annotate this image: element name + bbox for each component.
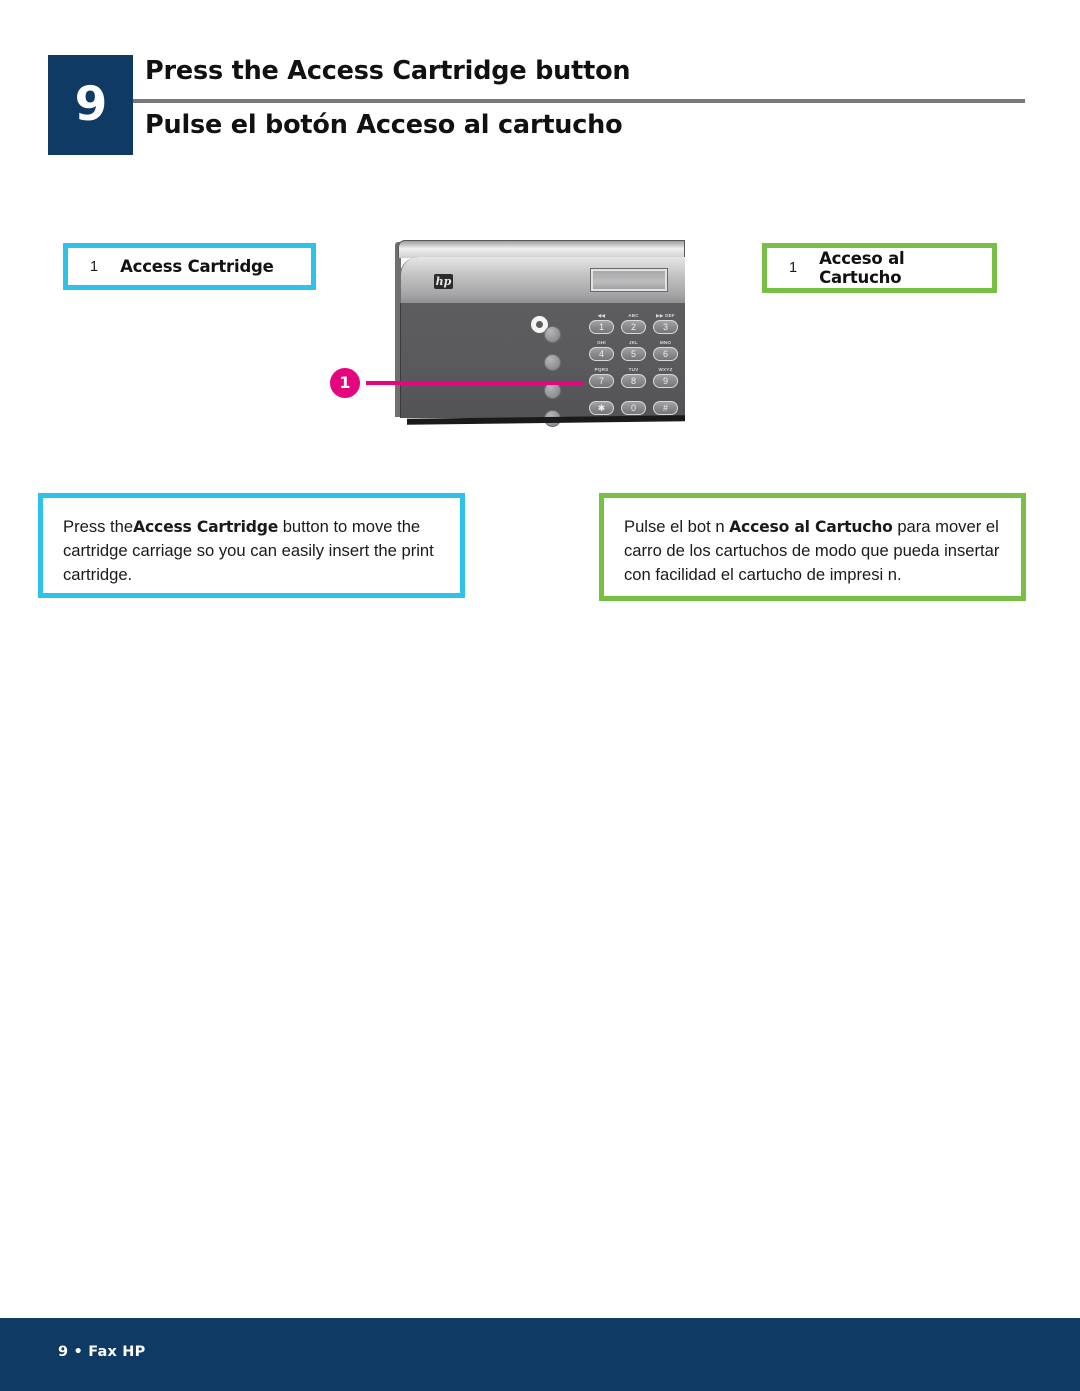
callout-marker-1: 1 [330,368,360,398]
page-footer: 9 • Fax HP [0,1318,1080,1391]
description-spanish-before: Pulse el bot n [624,517,730,536]
footer-page-label: 9 • Fax HP [58,1344,146,1360]
step-number-badge: 9 [48,55,133,155]
keypad-key-9[interactable]: WXYZ 9 [651,367,680,393]
description-english-bold: Access Cartridge [133,518,279,536]
title-divider [133,99,1025,103]
numeric-keypad: ◀◀ 1 ABC 2 ▶▶ DEF 3 GHI 4 JKL 5 MNO 6 PQRS 7 TUV 8 WXYZ 9… [587,313,679,418]
fn-button-2[interactable] [544,354,561,371]
keypad-key-#-digit[interactable]: # [653,401,678,415]
keypad-key-6-digit[interactable]: 6 [653,347,678,361]
fn-button-1[interactable] [544,326,561,343]
keypad-key-✱-digit[interactable]: ✱ [589,401,614,415]
keypad-key-7-letters: PQRS [594,367,609,372]
callout-text-spanish: Acceso al Cartucho [819,249,905,287]
fax-upper-face: hp [400,257,685,304]
keypad-key-8-digit[interactable]: 8 [621,374,646,388]
callout-leader-line [366,381,583,385]
keypad-key-2-digit[interactable]: 2 [621,320,646,334]
keypad-key-4-letters: GHI [597,340,606,345]
keypad-key-3[interactable]: ▶▶ DEF 3 [651,313,680,339]
keypad-key-6-letters: MNO [659,340,672,345]
keypad-key-5-letters: JKL [628,340,639,345]
keypad-key-8-letters: TUV [628,367,639,372]
keypad-key-1-digit[interactable]: 1 [589,320,614,334]
description-box-english: Press theAccess Cartridge button to move… [38,493,465,598]
keypad-key-4[interactable]: GHI 4 [587,340,616,366]
keypad-key-9-digit[interactable]: 9 [653,374,678,388]
step-number-value: 9 [74,77,108,132]
callout-number-spanish: 1 [789,260,798,276]
keypad-key-7-digit[interactable]: 7 [589,374,614,388]
keypad-key-4-digit[interactable]: 4 [589,347,614,361]
callout-label-spanish: 1 Acceso al Cartucho [762,243,997,293]
keypad-key-6[interactable]: MNO 6 [651,340,680,366]
page-title-spanish: Pulse el botón Acceso al cartucho [145,110,623,140]
fax-control-panel: ◀◀ 1 ABC 2 ▶▶ DEF 3 GHI 4 JKL 5 MNO 6 PQRS 7 TUV 8 WXYZ 9… [400,303,685,427]
description-text-spanish: Pulse el bot n Acceso al Cartucho para m… [624,515,1001,587]
keypad-key-7[interactable]: PQRS 7 [587,367,616,393]
callout-number-english: 1 [90,258,99,275]
description-box-spanish: Pulse el bot n Acceso al Cartucho para m… [599,493,1026,601]
description-spanish-bold: Acceso al Cartucho [729,518,893,536]
keypad-key-5-digit[interactable]: 5 [621,347,646,361]
page-title-english: Press the Access Cartridge button [145,56,631,86]
keypad-key-0-digit[interactable]: 0 [621,401,646,415]
keypad-key-2-letters: ABC [628,313,639,318]
keypad-key-5[interactable]: JKL 5 [619,340,648,366]
keypad-key-9-letters: WXYZ [658,367,673,372]
hp-logo-icon: hp [434,274,453,289]
page-header: 9 Press the Access Cartridge button Puls… [0,0,1080,200]
callout-label-spanish-inner: 1 Acceso al Cartucho [767,248,992,288]
fax-device-body: hp ◀◀ 1 ABC 2 ▶▶ DEF 3 GHI 4 JKL 5 MNO 6 PQRS 7 TUV 8 WX… [395,240,685,435]
keypad-key-2[interactable]: ABC 2 [619,313,648,339]
keypad-key-3-letters: ▶▶ DEF [656,313,675,318]
fax-machine-illustration: hp ◀◀ 1 ABC 2 ▶▶ DEF 3 GHI 4 JKL 5 MNO 6 PQRS 7 TUV 8 WX… [320,230,710,470]
keypad-key-1-letters: ◀◀ [597,313,606,318]
callout-label-english-inner: 1 Access Cartridge [68,248,311,285]
description-english-before: Press the [63,517,134,536]
keypad-key-8[interactable]: TUV 8 [619,367,648,393]
callout-label-english: 1 Access Cartridge [63,243,316,290]
callout-text-english: Access Cartridge [120,257,274,276]
keypad-key-3-digit[interactable]: 3 [653,320,678,334]
callout-marker-number: 1 [339,373,351,392]
fax-top-lid [398,240,685,258]
keypad-key-1[interactable]: ◀◀ 1 [587,313,616,339]
description-text-english: Press theAccess Cartridge button to move… [63,515,440,587]
lcd-display-screen [590,268,668,292]
